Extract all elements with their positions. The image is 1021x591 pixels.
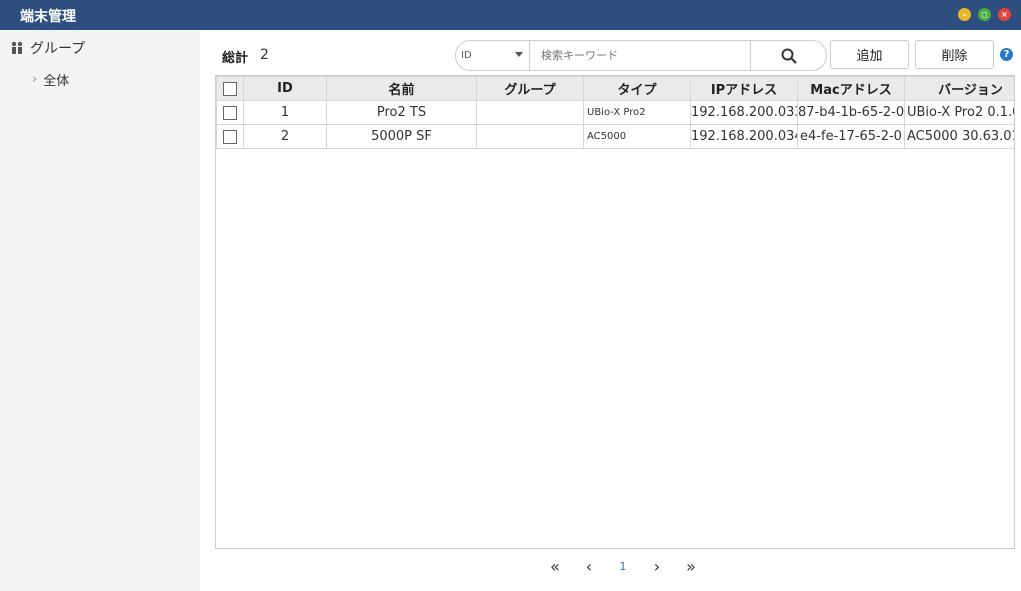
cell-id: 2 (243, 124, 327, 149)
next-page-button[interactable]: › (640, 556, 674, 576)
select-all-checkbox[interactable] (223, 81, 237, 96)
prev-page-button[interactable]: ‹ (572, 556, 606, 576)
cell-version: UBio-X Pro2 0.1.0 (904, 100, 1014, 125)
search-field-value: ID (461, 50, 472, 61)
column-header-id[interactable]: ID (243, 76, 327, 101)
cell-type: UBio-X Pro2 (583, 100, 691, 125)
row-checkbox[interactable] (223, 105, 237, 120)
chevron-right-icon[interactable]: › (32, 72, 37, 87)
window-title: 端末管理 (20, 9, 76, 25)
cell-group (476, 100, 584, 125)
search-icon (781, 48, 797, 64)
pagination: « ‹ 1 › » (538, 556, 708, 576)
sidebar-item-label: 全体 (43, 74, 70, 89)
dropdown-arrow-icon (515, 52, 523, 57)
sidebar-item-all[interactable]: › 全体 (32, 70, 69, 89)
row-select-cell[interactable] (216, 100, 244, 125)
column-header-group[interactable]: グループ (476, 76, 584, 101)
column-header-ip[interactable]: IPアドレス (690, 76, 798, 101)
table-header-row: ID 名前 グループ タイプ IPアドレス Macアドレス バージョン (216, 76, 1014, 101)
group-icon (11, 41, 23, 54)
table-row[interactable]: 2 5000P SF AC5000 192.168.200.034 e4-fe-… (216, 124, 1014, 149)
search-button[interactable] (750, 41, 826, 70)
select-all-cell[interactable] (216, 76, 244, 101)
cell-mac: 87-b4-1b-65-2-0 (797, 100, 905, 125)
column-header-type[interactable]: タイプ (583, 76, 691, 101)
search-field-select[interactable]: ID (456, 41, 530, 70)
cell-version: AC5000 30.63.01-0 (904, 124, 1014, 149)
first-page-button[interactable]: « (538, 556, 572, 576)
row-checkbox[interactable] (223, 129, 237, 144)
cell-id: 1 (243, 100, 327, 125)
column-header-version[interactable]: バージョン (904, 76, 1014, 101)
search-bar: ID (455, 40, 827, 71)
total-label: 総計 (222, 51, 249, 66)
search-input[interactable] (531, 41, 751, 70)
cell-ip: 192.168.200.034 (690, 124, 798, 149)
row-select-cell[interactable] (216, 124, 244, 149)
column-header-name[interactable]: 名前 (326, 76, 477, 101)
minimize-icon[interactable]: – (958, 8, 971, 21)
close-icon[interactable]: × (998, 8, 1011, 21)
cell-group (476, 124, 584, 149)
total-count: 2 (260, 47, 269, 63)
add-button[interactable]: 追加 (830, 40, 909, 69)
page-number-current[interactable]: 1 (606, 556, 640, 576)
title-bar: 端末管理 – ◻ × (0, 0, 1021, 30)
table-row[interactable]: 1 Pro2 TS UBio-X Pro2 192.168.200.033 87… (216, 100, 1014, 125)
cell-mac: e4-fe-17-65-2-0 (797, 124, 905, 149)
main-panel: 総計 2 ID 追加 削除 ? ID 名前 (200, 30, 1021, 591)
sidebar-header-label: グループ (30, 41, 86, 57)
cell-name: Pro2 TS (326, 100, 477, 125)
maximize-icon[interactable]: ◻ (978, 8, 991, 21)
help-icon[interactable]: ? (1000, 48, 1013, 61)
delete-button[interactable]: 削除 (915, 40, 994, 69)
device-table: ID 名前 グループ タイプ IPアドレス Macアドレス バージョン 1 Pr… (216, 76, 1014, 149)
cell-name: 5000P SF (326, 124, 477, 149)
column-header-mac[interactable]: Macアドレス (797, 76, 905, 101)
sidebar-header[interactable]: グループ (10, 38, 85, 58)
cell-ip: 192.168.200.033 (690, 100, 798, 125)
last-page-button[interactable]: » (674, 556, 708, 576)
cell-type: AC5000 (583, 124, 691, 149)
device-table-container: ID 名前 グループ タイプ IPアドレス Macアドレス バージョン 1 Pr… (215, 75, 1015, 549)
sidebar: グループ › 全体 (0, 30, 200, 591)
